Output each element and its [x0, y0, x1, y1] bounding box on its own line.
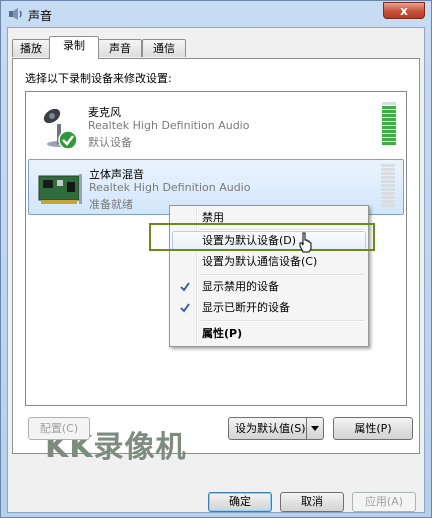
level-segment — [382, 138, 396, 141]
tab-recording[interactable]: 录制 — [49, 36, 99, 59]
set-default-label: 设为默认值(S) — [235, 422, 306, 435]
level-meter — [381, 164, 395, 210]
menu-item-label: 显示已断开的设备 — [202, 301, 290, 314]
apply-button[interactable]: 应用(A) — [352, 492, 416, 512]
device-description: Realtek High Definition Audio — [89, 181, 251, 194]
level-segment — [381, 204, 395, 207]
menu-separator — [200, 320, 364, 322]
level-segment — [382, 142, 396, 145]
level-segment — [381, 168, 395, 171]
level-segment — [381, 200, 395, 203]
tab-playback[interactable]: 播放 — [12, 39, 50, 57]
ok-button[interactable]: 确定 — [208, 492, 272, 512]
level-segment — [381, 180, 395, 183]
speaker-icon — [9, 8, 22, 20]
level-segment — [382, 134, 396, 137]
close-button[interactable]: x — [383, 2, 425, 19]
chevron-down-icon — [311, 426, 319, 431]
mouse-cursor-icon — [299, 232, 312, 253]
menu-item-show-disabled[interactable]: 显示禁用的设备 — [172, 277, 366, 297]
default-check-icon — [58, 130, 78, 150]
sound-card-icon — [38, 174, 82, 204]
level-segment — [382, 130, 396, 133]
properties-button[interactable]: 属性(P) — [333, 417, 413, 440]
level-segment — [382, 110, 396, 113]
level-segment — [382, 126, 396, 129]
cancel-button[interactable]: 取消 — [280, 492, 344, 512]
level-segment — [381, 188, 395, 191]
tab-sounds[interactable]: 声音 — [98, 39, 142, 57]
device-name: 麦克风 — [88, 106, 121, 119]
device-status: 准备就绪 — [89, 198, 133, 211]
level-segment — [381, 172, 395, 175]
level-segment — [381, 184, 395, 187]
menu-item-show-disconnected[interactable]: 显示已断开的设备 — [172, 298, 366, 318]
device-microphone[interactable]: 麦克风 Realtek High Definition Audio 默认设备 — [28, 98, 404, 154]
device-description: Realtek High Definition Audio — [88, 119, 250, 132]
level-segment — [382, 106, 396, 109]
level-segment — [381, 176, 395, 179]
level-segment — [382, 122, 396, 125]
level-segment — [381, 192, 395, 195]
window-title: 声音 — [28, 9, 53, 23]
menu-separator — [200, 274, 364, 276]
level-segment — [381, 196, 395, 199]
level-meter — [382, 102, 396, 148]
sound-dialog-window: 声音 x 播放 录制 声音 通信 选择以下录制设备来修改设置: 麦克风 Real… — [0, 0, 432, 518]
menu-item-label: 显示禁用的设备 — [202, 280, 279, 293]
checkmark-icon — [180, 303, 190, 313]
instruction-text: 选择以下录制设备来修改设置: — [25, 72, 172, 85]
configure-button[interactable]: 配置(C) — [28, 417, 90, 440]
title-bar[interactable]: 声音 x — [1, 1, 431, 27]
device-name: 立体声混音 — [89, 168, 144, 181]
menu-item-properties[interactable]: 属性(P) — [172, 324, 366, 344]
level-segment — [382, 118, 396, 121]
tab-communications[interactable]: 通信 — [142, 39, 186, 57]
annotation-highlight-box — [149, 223, 375, 251]
level-segment — [382, 114, 396, 117]
checkmark-icon — [180, 282, 190, 292]
set-default-button[interactable]: 设为默认值(S) — [228, 417, 324, 440]
menu-item-set-default-comm-device[interactable]: 设置为默认通信设备(C) — [172, 252, 366, 272]
level-segment — [381, 164, 395, 167]
device-status: 默认设备 — [88, 136, 132, 149]
level-segment — [382, 102, 396, 105]
set-default-dropdown[interactable] — [306, 418, 323, 439]
